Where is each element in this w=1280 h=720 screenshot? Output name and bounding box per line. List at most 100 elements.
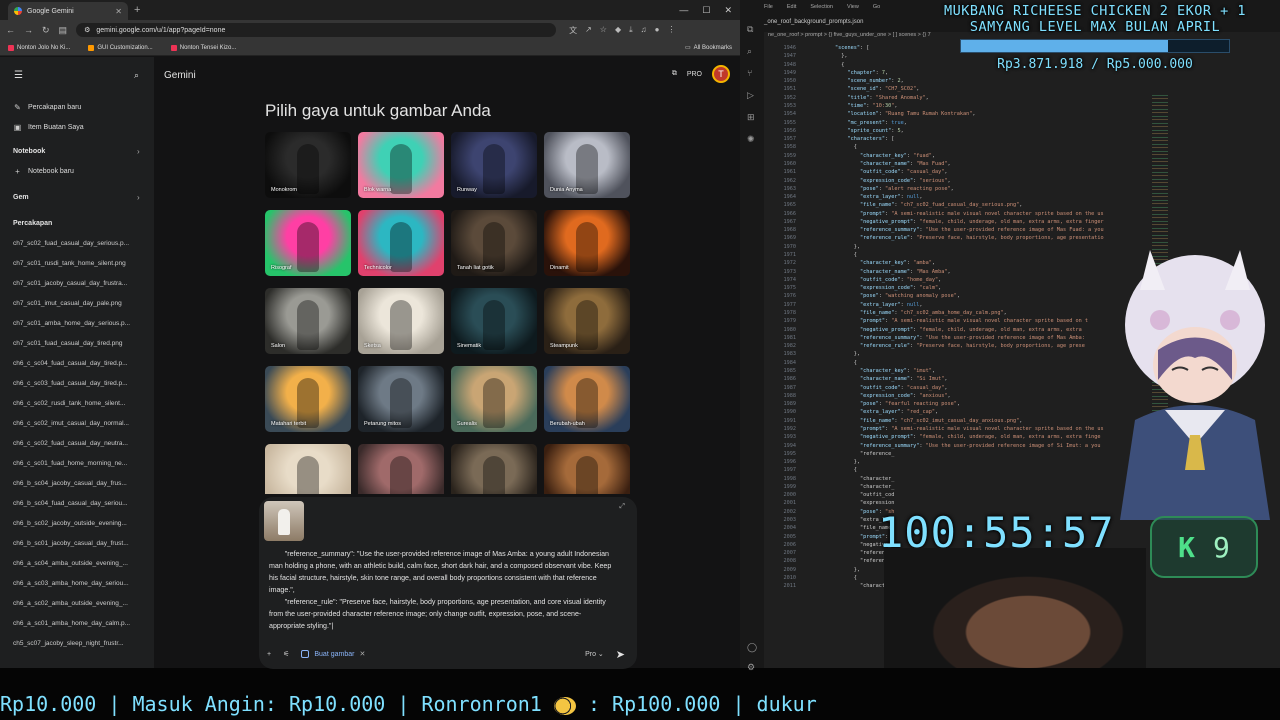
new-tab-icon[interactable]: +	[134, 4, 140, 16]
settings-gear-icon[interactable]: ⚙	[747, 662, 755, 673]
editor-menu-item[interactable]: Selection	[810, 4, 833, 10]
account-icon[interactable]: ◯	[747, 642, 757, 653]
tab-search-icon[interactable]: ▤	[59, 25, 68, 36]
sidebar-chat-item[interactable]: ch5_sc07_jacoby_sleep_night_frustr...	[13, 640, 145, 647]
back-icon[interactable]: ←	[6, 25, 15, 35]
style-tile[interactable]: Petarung mitos	[358, 366, 444, 432]
profile-icon[interactable]: ●	[655, 25, 660, 36]
share-icon[interactable]: ↗	[585, 25, 592, 36]
gem-section[interactable]: Gem	[13, 194, 29, 201]
search-icon[interactable]: ⌕	[134, 70, 139, 81]
sidebar-chat-item[interactable]: ch6_b_sc01_jacoby_casual_day_frust...	[13, 540, 145, 547]
bookmark-item[interactable]: Nonton Tensei Kizo...	[170, 44, 236, 51]
all-bookmarks[interactable]: ▭ All Bookmarks	[685, 44, 732, 52]
sidebar-chat-item[interactable]: ch7_sc01_fuad_casual_day_tired.png	[13, 340, 145, 347]
explorer-icon[interactable]: ⧉	[747, 24, 753, 35]
attached-image-thumbnail[interactable]	[264, 501, 304, 541]
maximize-icon[interactable]: ☐	[702, 5, 710, 16]
style-tile[interactable]: Matahari terbit	[265, 366, 351, 432]
code-line[interactable]: "file_name": "ch7_sc02_fuad_casual_day_s…	[810, 201, 1190, 209]
hamburger-menu-icon[interactable]: ☰	[14, 70, 23, 81]
editor-menu-item[interactable]: File	[764, 4, 773, 10]
remove-chip-icon[interactable]: ✕	[359, 650, 365, 658]
sidebar-chat-item[interactable]: ch6_a_sc02_amba_outside_evening_...	[13, 600, 145, 607]
sidebar-chat-item[interactable]: ch6_c_sc01_fuad_home_morning_ne...	[13, 460, 145, 467]
code-line[interactable]: "extra_layer": null,	[810, 193, 1190, 201]
code-line[interactable]: "mc_present": true,	[810, 119, 1190, 127]
style-tile[interactable]	[451, 444, 537, 494]
style-tile[interactable]: Sinematik	[451, 288, 537, 354]
editor-menu-item[interactable]: View	[847, 4, 859, 10]
sidebar-chat-item[interactable]: ch6_a_sc03_amba_home_day_seriou...	[13, 580, 145, 587]
media-icon[interactable]: ♫	[641, 25, 647, 36]
menu-icon[interactable]: ⋮	[667, 25, 675, 36]
code-line[interactable]: "time": "10:30",	[810, 102, 1190, 110]
sidebar-chat-item[interactable]: ch6_a_sc04_amba_outside_evening_...	[13, 560, 145, 567]
send-icon[interactable]: ➤	[616, 648, 625, 661]
expand-icon[interactable]: ⤢	[619, 503, 625, 511]
prompt-input-box[interactable]: ⤢ "reference_summary": "Use the user-pro…	[259, 497, 637, 669]
code-line[interactable]: "character_key": "fuad",	[810, 152, 1190, 160]
sidebar-chat-item[interactable]: ch6_b_sc04_fuad_casual_day_seriou...	[13, 500, 145, 507]
editor-menu-item[interactable]: Go	[873, 4, 880, 10]
sidebar-chat-item[interactable]: ch7_sc01_imut_casual_day_pale.png	[13, 300, 145, 307]
sidebar-chat-item[interactable]: ch6_c_sc03_fuad_casual_day_tired.p...	[13, 380, 145, 387]
source-control-icon[interactable]: ⑂	[747, 68, 752, 78]
style-tile[interactable]: Runway	[451, 132, 537, 198]
create-image-chip[interactable]: Buat gambar ✕	[301, 650, 365, 658]
code-line[interactable]: {	[810, 143, 1190, 151]
close-window-icon[interactable]: ✕	[724, 5, 732, 16]
sidebar-chat-item[interactable]: ch6_b_sc02_jacoby_outside_evening...	[13, 520, 145, 527]
new-chat-button[interactable]: ✎ Percakapan baru	[13, 103, 81, 112]
code-line[interactable]: "sprite_count": 5,	[810, 127, 1190, 135]
site-info-icon[interactable]: ⚙	[84, 26, 90, 34]
download-icon[interactable]: ⤓	[629, 25, 633, 36]
browser-tab[interactable]: Google Gemini ✕	[8, 2, 128, 20]
close-tab-icon[interactable]: ✕	[115, 7, 122, 16]
editor-tab[interactable]: _one_roof_background_prompts.json	[764, 19, 863, 25]
code-line[interactable]: "location": "Ruang Tamu Rumah Kontrakan"…	[810, 110, 1190, 118]
chevron-right-icon[interactable]: ›	[137, 147, 140, 156]
code-line[interactable]: "outfit_code": "casual_day",	[810, 168, 1190, 176]
style-tile[interactable]	[544, 444, 630, 494]
prompt-text[interactable]: "reference_summary": "Use the user-provi…	[269, 548, 615, 632]
style-tile[interactable]: Salon	[265, 288, 351, 354]
notebook-section[interactable]: Notebook	[13, 148, 45, 155]
style-tile[interactable]: Tanah liat gotik	[451, 210, 537, 276]
reload-icon[interactable]: ↻	[42, 25, 50, 36]
translate-icon[interactable]: 文	[569, 25, 577, 36]
new-notebook-button[interactable]: + Notebook baru	[13, 167, 74, 176]
code-line[interactable]: "prompt": "A semi-realistic male visual …	[810, 210, 1190, 218]
style-tile[interactable]	[265, 444, 351, 494]
style-tile[interactable]: Dunia Anyma	[544, 132, 630, 198]
style-tile[interactable]: Dinamit	[544, 210, 630, 276]
style-tile[interactable]: Sketsa	[358, 288, 444, 354]
sidebar-chat-item[interactable]: ch6_c_sc02_imut_casual_day_normal...	[13, 420, 145, 427]
forward-icon[interactable]: →	[24, 25, 33, 35]
chevron-right-icon[interactable]: ›	[137, 193, 140, 202]
extension-icon[interactable]: ◆	[615, 25, 621, 36]
style-tile[interactable]: Surealis	[451, 366, 537, 432]
bookmark-star-icon[interactable]: ☆	[600, 25, 607, 36]
extensions-icon[interactable]: ⊞	[747, 112, 755, 123]
sidebar-chat-item[interactable]: ch7_sc01_amba_home_day_serious.p...	[13, 320, 145, 327]
sidebar-chat-item[interactable]: ch6_b_sc04_jacoby_casual_day_frus...	[13, 480, 145, 487]
sidebar-chat-item[interactable]: ch6_a_sc01_amba_home_day_calm.p...	[13, 620, 145, 627]
editor-menu-item[interactable]: Edit	[787, 4, 796, 10]
sidebar-chat-item[interactable]: ch6_c_sc04_fuad_casual_day_tired.p...	[13, 360, 145, 367]
add-icon[interactable]: +	[267, 651, 271, 658]
sidebar-chat-item[interactable]: ch7_sc01_jacoby_casual_day_frustra...	[13, 280, 145, 287]
code-line[interactable]: "title": "Shared Anomaly",	[810, 94, 1190, 102]
sidebar-chat-item[interactable]: ch6_c_sc02_fuad_casual_day_neutra...	[13, 440, 145, 447]
style-tile[interactable]: Blok warna	[358, 132, 444, 198]
minimize-icon[interactable]: —	[679, 5, 688, 16]
code-line[interactable]: "pose": "alert reacting pose",	[810, 185, 1190, 193]
search-icon[interactable]: ⌕	[747, 46, 752, 57]
run-debug-icon[interactable]: ▷	[747, 90, 754, 101]
bookmark-item[interactable]: GUI Customization...	[88, 44, 153, 51]
code-line[interactable]: "expression_code": "serious",	[810, 177, 1190, 185]
sidebar-chat-item[interactable]: ch7_sc01_rusdi_tank_home_silent.png	[13, 260, 145, 267]
code-line[interactable]: "negative_prompt": "female, child, under…	[810, 218, 1190, 226]
copilot-icon[interactable]: ✺	[747, 134, 755, 145]
sidebar-chat-item[interactable]: ch6_c_sc02_rusdi_tank_home_silent...	[13, 400, 145, 407]
